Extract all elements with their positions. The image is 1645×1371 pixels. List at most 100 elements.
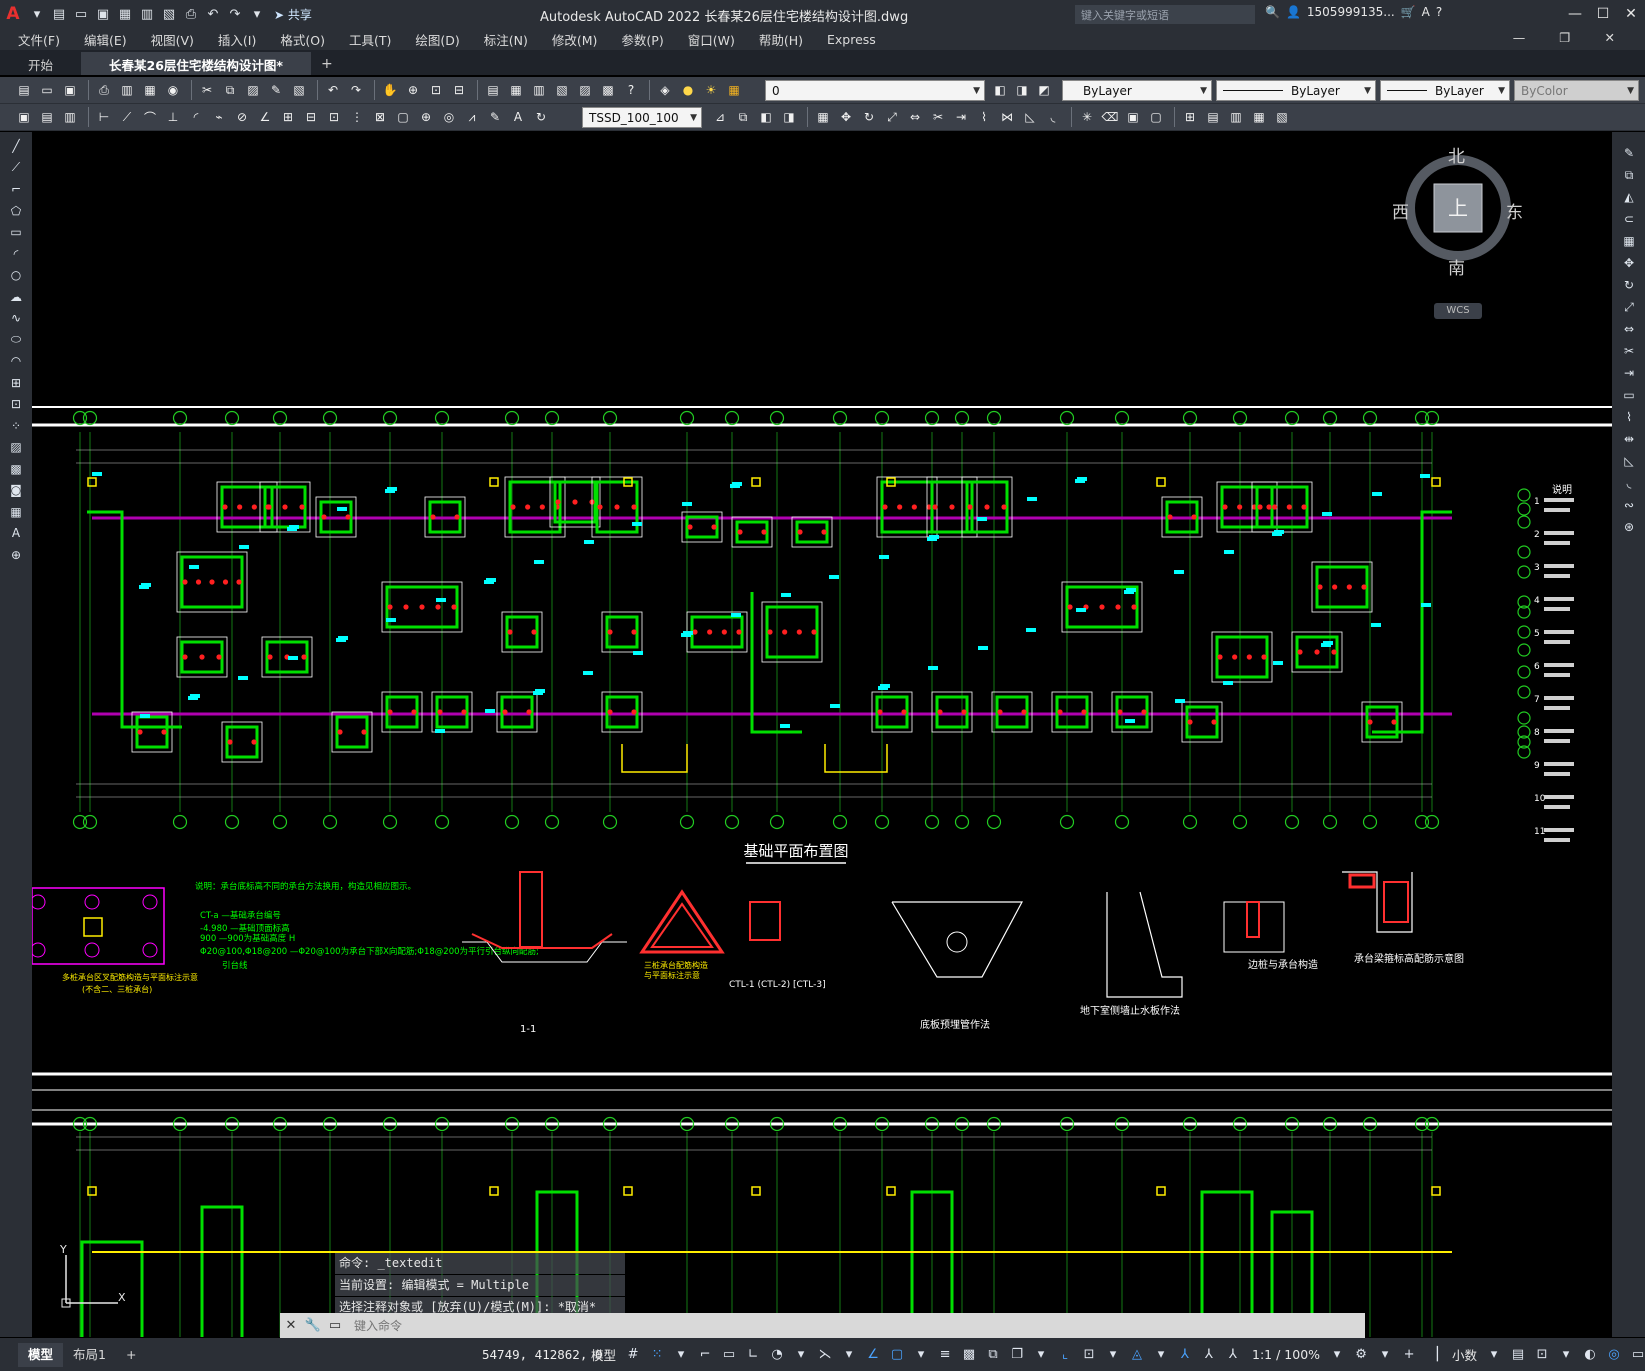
plotstyle-dropdown[interactable]: ByColor ▼ bbox=[1514, 80, 1639, 101]
dim-edit-icon[interactable]: ✎ bbox=[485, 107, 505, 127]
make-block-icon[interactable]: ⊡ bbox=[6, 394, 26, 414]
layer-properties-icon[interactable]: ◈ bbox=[655, 80, 675, 100]
fillet-icon[interactable]: ◟ bbox=[1619, 473, 1639, 493]
publish-icon[interactable]: ▦ bbox=[140, 80, 160, 100]
cart-icon[interactable]: 🛒 bbox=[1401, 5, 1416, 19]
tssd-tool-icon[interactable]: ▣ bbox=[14, 107, 34, 127]
menu-insert[interactable]: 插入(I) bbox=[218, 30, 256, 49]
3d-print-icon[interactable]: ◉ bbox=[163, 80, 183, 100]
command-input[interactable] bbox=[354, 1318, 1254, 1333]
dim-update-icon[interactable]: ↻ bbox=[531, 107, 551, 127]
user-name[interactable]: 1505999135... bbox=[1307, 5, 1395, 19]
wcs-menu[interactable]: WCS bbox=[1434, 303, 1482, 319]
tssd-tool-icon[interactable]: ▤ bbox=[37, 107, 57, 127]
customize-qat-icon[interactable]: ▾ bbox=[246, 3, 268, 25]
undo-icon[interactable]: ↶ bbox=[323, 80, 343, 100]
spline-icon[interactable]: ∿ bbox=[6, 308, 26, 328]
dropdown-icon[interactable]: ▾ bbox=[1374, 1342, 1396, 1366]
compass-east[interactable]: 东 bbox=[1506, 198, 1523, 223]
new-file-icon[interactable]: ▤ bbox=[48, 3, 70, 25]
tab-model[interactable]: 模型 bbox=[18, 1342, 64, 1367]
stretch-icon[interactable]: ⇔ bbox=[1619, 319, 1639, 339]
redo-icon[interactable]: ↷ bbox=[346, 80, 366, 100]
annotation-visibility-icon[interactable]: ⅄ bbox=[1174, 1342, 1196, 1366]
attach-icon[interactable]: ▦ bbox=[1249, 107, 1269, 127]
3d-osnap-icon[interactable]: ❐ bbox=[1006, 1342, 1028, 1366]
dropdown-icon[interactable]: ▾ bbox=[1102, 1342, 1124, 1366]
save-as-icon[interactable]: ▦ bbox=[114, 3, 136, 25]
join-icon[interactable]: ⇹ bbox=[1619, 429, 1639, 449]
markup-icon[interactable]: ▨ bbox=[575, 80, 595, 100]
hatch-icon[interactable]: ▨ bbox=[6, 437, 26, 457]
multiline-text-icon[interactable]: A bbox=[6, 523, 26, 543]
chamfer-icon[interactable]: ◺ bbox=[1020, 107, 1040, 127]
lock-ui-icon[interactable]: ⊡ bbox=[1531, 1342, 1553, 1366]
save-icon[interactable]: ▣ bbox=[92, 3, 114, 25]
scale-icon[interactable]: ⤢ bbox=[882, 107, 902, 127]
tab-start[interactable]: 开始 bbox=[0, 52, 81, 75]
annotation-scale-icon[interactable]: ⅄ bbox=[1222, 1342, 1244, 1366]
autodesk-apps-icon[interactable]: A bbox=[1422, 5, 1430, 19]
menu-edit[interactable]: 编辑(E) bbox=[84, 30, 127, 49]
tolerance-icon[interactable]: ▢ bbox=[393, 107, 413, 127]
menu-file[interactable]: 文件(F) bbox=[18, 30, 60, 49]
selection-filter-icon[interactable]: ⊡ bbox=[1078, 1342, 1100, 1366]
linear-dim-icon[interactable]: ⊢ bbox=[94, 107, 114, 127]
sheet-set-icon[interactable]: ▧ bbox=[552, 80, 572, 100]
ellipse-arc-icon[interactable]: ◠ bbox=[6, 351, 26, 371]
dim-text-edit-icon[interactable]: A bbox=[508, 107, 528, 127]
tab-drawing[interactable]: 长春某26层住宅楼结构设计图* bbox=[81, 52, 311, 75]
undo-icon[interactable]: ↶ bbox=[202, 3, 224, 25]
break-icon[interactable]: ⌇ bbox=[974, 107, 994, 127]
aligned-dim-icon[interactable]: ⟋ bbox=[117, 107, 137, 127]
join-icon[interactable]: ⋈ bbox=[997, 107, 1017, 127]
selection-cycling-icon[interactable]: ⧉ bbox=[982, 1342, 1004, 1366]
close-icon[interactable]: ✕ bbox=[1617, 0, 1645, 28]
plot-preview-icon[interactable]: ▥ bbox=[117, 80, 137, 100]
break-icon[interactable]: ⌇ bbox=[1619, 407, 1639, 427]
doc-restore-icon[interactable]: ❐ bbox=[1559, 30, 1570, 45]
point-icon[interactable]: ▧ bbox=[1272, 107, 1292, 127]
annotation-monitor-icon[interactable]: + bbox=[1398, 1342, 1420, 1366]
zoom-realtime-icon[interactable]: ⊕ bbox=[403, 80, 423, 100]
layer-dropdown[interactable]: 0 ▼ bbox=[765, 80, 985, 101]
save-icon[interactable]: ▣ bbox=[60, 80, 80, 100]
offset-icon[interactable]: ⊂ bbox=[1619, 209, 1639, 229]
wrench-icon[interactable]: 🔧 bbox=[302, 1315, 324, 1337]
hardware-acceleration-icon[interactable]: ◎ bbox=[1603, 1342, 1625, 1366]
infer-constraints-icon[interactable]: ⌐ bbox=[694, 1342, 716, 1366]
blend-curves-icon[interactable]: ∾ bbox=[1619, 495, 1639, 515]
fillet-icon[interactable]: ◟ bbox=[1043, 107, 1063, 127]
add-layout-icon[interactable]: + bbox=[116, 1343, 146, 1367]
arc-icon[interactable]: ◜ bbox=[6, 244, 26, 264]
help-icon[interactable]: ? bbox=[621, 80, 641, 100]
menu-draw[interactable]: 绘图(D) bbox=[415, 30, 459, 49]
table-icon[interactable]: ▦ bbox=[6, 502, 26, 522]
units-value[interactable]: 小数 bbox=[1452, 1345, 1477, 1364]
quick-properties-icon[interactable]: ▤ bbox=[1507, 1342, 1529, 1366]
add-selected-icon[interactable]: ⊕ bbox=[6, 545, 26, 565]
zoom-window-icon[interactable]: ⊡ bbox=[426, 80, 446, 100]
revision-cloud-icon[interactable]: ☁ bbox=[6, 287, 26, 307]
chamfer-icon[interactable]: ◺ bbox=[1619, 451, 1639, 471]
minimize-icon[interactable]: — bbox=[1561, 0, 1589, 28]
autocad-logo[interactable]: A bbox=[0, 0, 26, 28]
grid-icon[interactable]: # bbox=[622, 1342, 644, 1366]
quick-dim-icon[interactable]: ⊞ bbox=[278, 107, 298, 127]
isodraft-icon[interactable]: ⋋ bbox=[814, 1342, 836, 1366]
dropdown-icon[interactable]: ▾ bbox=[670, 1342, 692, 1366]
paste-icon[interactable]: ▨ bbox=[243, 80, 263, 100]
close-icon[interactable]: ✕ bbox=[280, 1315, 302, 1337]
dropdown-icon[interactable]: ▾ bbox=[1483, 1342, 1505, 1366]
plot-icon[interactable]: ⎙ bbox=[94, 80, 114, 100]
app-menu-chevron-icon[interactable]: ▾ bbox=[26, 3, 48, 25]
radius-dim-icon[interactable]: ◜ bbox=[186, 107, 206, 127]
move-icon[interactable]: ✥ bbox=[1619, 253, 1639, 273]
trim-icon[interactable]: ✂ bbox=[928, 107, 948, 127]
object-snap-tracking-icon[interactable]: ∠ bbox=[862, 1342, 884, 1366]
create-block-icon[interactable]: ▤ bbox=[1203, 107, 1223, 127]
doc-minimize-icon[interactable]: — bbox=[1513, 30, 1526, 45]
dynamic-input-icon[interactable]: ▭ bbox=[718, 1342, 740, 1366]
ortho-icon[interactable]: ∟ bbox=[742, 1342, 764, 1366]
new-icon[interactable]: ▤ bbox=[14, 80, 34, 100]
